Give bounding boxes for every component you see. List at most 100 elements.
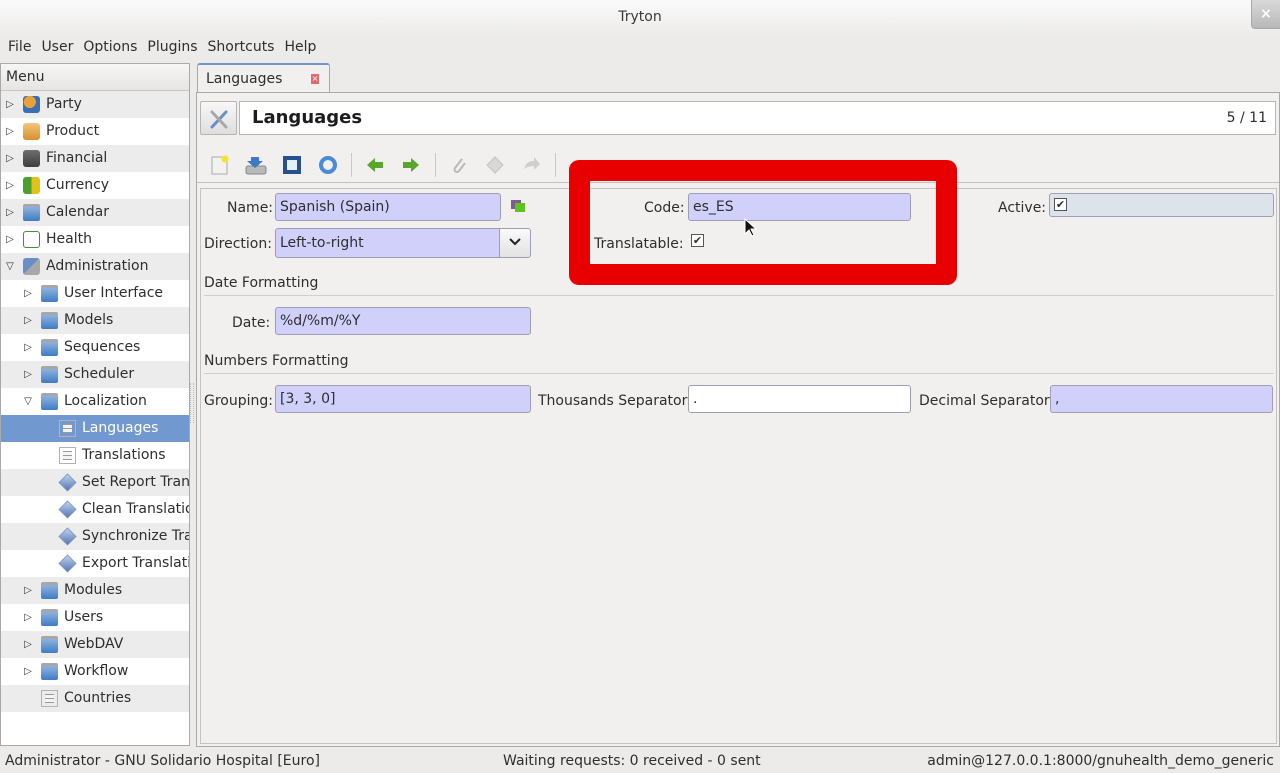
menu-options[interactable]: Options [78,36,142,60]
decimal-separator-field[interactable]: , [1050,385,1273,413]
translatable-checkbox[interactable]: ✔ [691,234,704,247]
sidebar-item-label: Users [64,609,104,625]
reload-icon[interactable] [318,155,338,175]
chevron-down-icon[interactable] [499,229,530,257]
name-field[interactable]: Spanish (Spain) [275,193,501,221]
sidebar-item-modules[interactable]: ▷ Modules [1,577,189,604]
sidebar-item-scheduler[interactable]: ▷ Scheduler [1,361,189,388]
sidebar-item-translations[interactable]: Translations [1,442,189,469]
expander-collapsed-icon[interactable]: ▷ [5,91,15,118]
tab-close-icon[interactable]: × [311,74,319,84]
folder-icon [41,636,58,653]
expander-collapsed-icon[interactable]: ▷ [23,658,33,685]
calculator-icon [23,150,40,167]
direction-select[interactable]: Left-to-right [275,228,531,258]
sidebar-item-sequences[interactable]: ▷ Sequences [1,334,189,361]
sidebar-item-clean-translatio[interactable]: Clean Translatio [1,496,189,523]
expander-collapsed-icon[interactable]: ▷ [23,604,33,631]
sidebar-item-currency[interactable]: ▷ Currency [1,172,189,199]
sidebar-menu: Menu ▷ Party ▷ Product ▷ Financial ▷ Currency ▷ C… [0,63,190,746]
action-icon[interactable] [485,155,505,175]
sidebar-item-workflow[interactable]: ▷ Workflow [1,658,189,685]
sidebar-item-webdav[interactable]: ▷ WebDAV [1,631,189,658]
tab-languages[interactable]: Languages × [197,63,330,93]
sidebar-item-languages[interactable]: Languages [1,415,189,442]
tools-icon [210,110,228,129]
sidebar-item-synchronize-tra[interactable]: Synchronize Tra [1,523,189,550]
thousands-separator-field[interactable]: . [688,385,911,413]
save-icon[interactable] [245,155,267,175]
new-icon[interactable] [210,155,230,175]
attachment-icon[interactable] [449,155,469,175]
folder-icon [41,609,58,626]
sidebar-item-label: Countries [64,690,132,706]
window-close-button[interactable]: × [1251,0,1280,29]
folder-icon [41,393,58,410]
expander-collapsed-icon[interactable]: ▷ [23,280,33,307]
sidebar-item-label: Administration [46,258,149,274]
expander-expanded-icon[interactable]: ▽ [5,253,15,280]
sidebar-item-models[interactable]: ▷ Models [1,307,189,334]
relate-icon[interactable] [521,155,541,175]
sidebar-item-users[interactable]: ▷ Users [1,604,189,631]
pane-splitter-handle[interactable] [190,383,194,423]
sidebar-item-countries[interactable]: Countries [1,685,189,712]
document-icon [59,420,76,437]
thousands-separator-label: Thousands Separator: [538,393,692,409]
email-icon[interactable] [605,155,625,175]
code-field[interactable]: es_ES [688,193,911,221]
menu-file[interactable]: File [3,36,36,60]
menu-help[interactable]: Help [279,36,321,60]
menu-tree: ▷ Party ▷ Product ▷ Financial ▷ Currency ▷ Calend… [1,91,189,712]
sidebar-item-label: Synchronize Tra [82,528,189,544]
previous-icon[interactable] [365,155,385,175]
currency-icon [23,177,40,194]
print-icon[interactable] [641,155,661,175]
sidebar-item-user-interface[interactable]: ▷ User Interface [1,280,189,307]
next-icon[interactable] [401,155,421,175]
sidebar-item-export-translati[interactable]: Export Translati [1,550,189,577]
switch-view-icon[interactable] [282,155,302,175]
expander-collapsed-icon[interactable]: ▷ [23,631,33,658]
sidebar-header[interactable]: Menu [1,64,189,91]
menu-user[interactable]: User [36,36,78,60]
sidebar-item-label: Calendar [46,204,109,220]
grouping-field[interactable]: [3, 3, 0] [275,385,531,413]
report-icon[interactable] [569,155,589,175]
expander-collapsed-icon[interactable]: ▷ [5,226,15,253]
statusbar: Administrator - GNU Solidario Hospital [… [0,750,1280,773]
folder-icon [41,285,58,302]
sidebar-item-label: Models [64,312,114,328]
sidebar-item-health[interactable]: ▷ Health [1,226,189,253]
sidebar-item-calendar[interactable]: ▷ Calendar [1,199,189,226]
expander-collapsed-icon[interactable]: ▷ [23,334,33,361]
expander-collapsed-icon[interactable]: ▷ [5,172,15,199]
sidebar-item-label: Modules [64,582,123,598]
expander-collapsed-icon[interactable]: ▷ [5,199,15,226]
tools-button[interactable] [200,101,237,135]
menu-shortcuts[interactable]: Shortcuts [203,36,280,60]
expander-collapsed-icon[interactable]: ▷ [23,577,33,604]
expander-collapsed-icon[interactable]: ▷ [5,118,15,145]
expander-collapsed-icon[interactable]: ▷ [5,145,15,172]
translate-icon[interactable] [510,199,526,213]
active-checkbox[interactable]: ✔ [1054,198,1067,211]
toolbar-separator [351,153,352,177]
sidebar-item-label: Languages [82,420,159,436]
sidebar-item-administration[interactable]: ▽ Administration [1,253,189,280]
sidebar-item-financial[interactable]: ▷ Financial [1,145,189,172]
wizard-icon [58,554,77,573]
expander-expanded-icon[interactable]: ▽ [23,388,33,415]
sidebar-item-set-report-tran[interactable]: Set Report Tran [1,469,189,496]
section-divider [204,295,1274,296]
window-title: Tryton [618,9,662,25]
code-label: Code: [644,200,685,216]
menu-plugins[interactable]: Plugins [142,36,202,60]
sidebar-item-product[interactable]: ▷ Product [1,118,189,145]
date-format-field[interactable]: %d/%m/%Y [275,307,531,335]
expander-collapsed-icon[interactable]: ▷ [23,361,33,388]
expander-collapsed-icon[interactable]: ▷ [23,307,33,334]
sidebar-item-party[interactable]: ▷ Party [1,91,189,118]
sidebar-item-localization[interactable]: ▽ Localization [1,388,189,415]
window-titlebar: Tryton × [0,0,1280,36]
